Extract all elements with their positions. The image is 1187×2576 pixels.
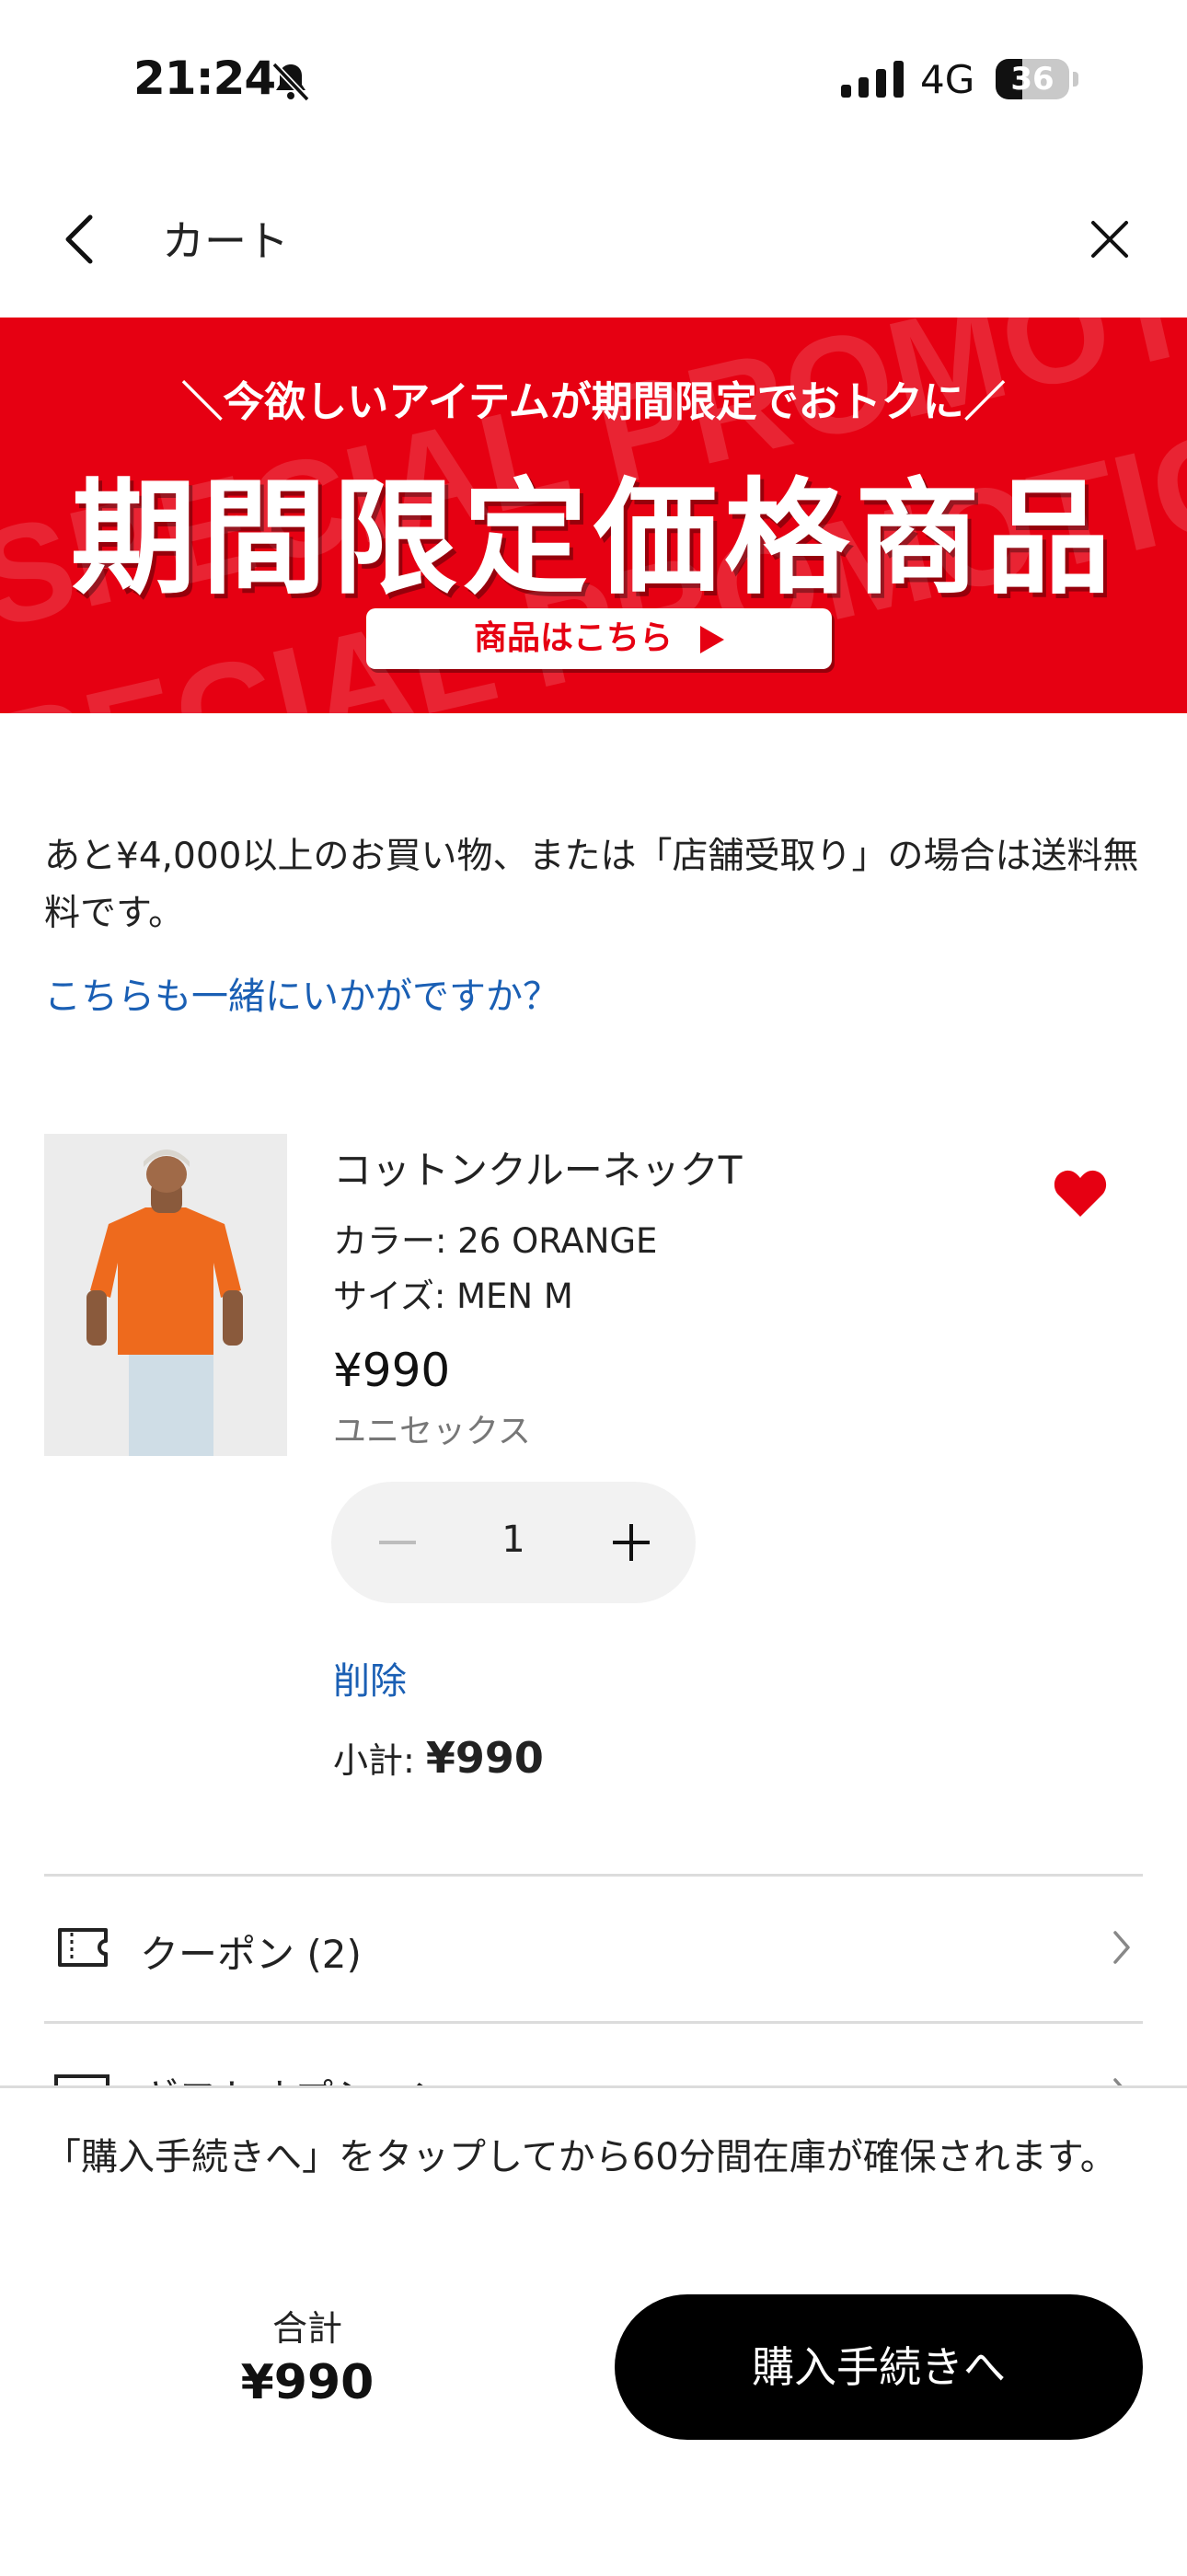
total-label: 合計 [271, 2308, 342, 2349]
close-icon[interactable] [1086, 215, 1134, 263]
heart-icon[interactable] [1053, 1167, 1108, 1219]
coupon-row[interactable]: クーポン (2) [44, 1876, 1143, 2021]
product-price: ¥990 [333, 1344, 451, 1397]
plus-icon[interactable] [611, 1522, 651, 1563]
total-value: ¥990 [240, 2355, 375, 2410]
battery-indicator: 36 [996, 59, 1078, 99]
status-time: 21:24 [133, 52, 276, 105]
promo-banner[interactable]: SPECIAL PROMOTION SPECIAL PROMOTION ＼今欲し… [0, 318, 1187, 713]
quantity-value: 1 [501, 1519, 525, 1561]
product-gender: ユニセックス [333, 1413, 531, 1450]
suggestion-link[interactable]: こちらも一緒にいかがですか？ [44, 966, 559, 1020]
product-color: カラー: 26 ORANGE [333, 1221, 658, 1261]
gift-option-row[interactable]: ギフトオプション [44, 2023, 1143, 2087]
checkout-footer: 「購入手続きへ」をタップしてから60分間在庫が確保されます。 合計 ¥990 購… [0, 2085, 1187, 2576]
back-chevron-icon[interactable] [53, 210, 105, 269]
chevron-right-icon [1113, 1931, 1130, 1964]
minus-icon[interactable] [377, 1526, 418, 1559]
stock-hold-notice: 「購入手続きへ」をタップしてから60分間在庫が確保されます。 [44, 2136, 1117, 2178]
banner-button[interactable]: 商品はこちら [366, 608, 832, 669]
gift-icon [54, 2074, 109, 2087]
page-title: カート [162, 216, 289, 266]
banner-button-label: 商品はこちら [473, 619, 673, 657]
signal-icon [841, 61, 904, 98]
banner-subtitle: ＼今欲しいアイテムが期間限定でおトクに／ [181, 377, 1006, 426]
product-image[interactable] [44, 1134, 287, 1456]
quantity-stepper: 1 [331, 1482, 696, 1603]
delete-link[interactable]: 削除 [333, 1651, 407, 1704]
product-photo-illustration [44, 1134, 287, 1456]
play-triangle-icon [700, 626, 724, 653]
product-name[interactable]: コットンクルーネックT [333, 1139, 742, 1196]
product-size: サイズ: MEN M [333, 1276, 573, 1316]
coupon-label: クーポン (2) [140, 1932, 362, 1977]
bell-muted-icon [271, 62, 310, 102]
network-type: 4G [920, 57, 975, 102]
subtotal: 小計: ¥990 [333, 1732, 544, 1783]
shipping-notice: あと¥4,000以上のお買い物、または「店舗受取り」の場合は送料無料です。 [44, 836, 1139, 934]
subtotal-label: 小計: [333, 1740, 415, 1781]
ticket-icon [58, 1928, 108, 1967]
battery-percentage: 36 [1010, 61, 1054, 98]
subtotal-value: ¥990 [425, 1733, 544, 1783]
checkout-button[interactable]: 購入手続きへ [615, 2294, 1143, 2440]
banner-title: 期間限定価格商品 [71, 467, 1116, 612]
gift-option-label: ギフトオプション [140, 2067, 449, 2087]
